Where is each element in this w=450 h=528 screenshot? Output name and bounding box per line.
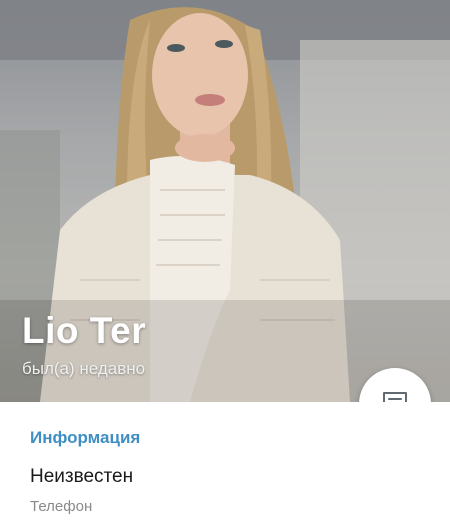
info-section: Информация Неизвестен Телефон: [0, 402, 450, 528]
phone-value[interactable]: Неизвестен: [30, 466, 133, 488]
profile-name: Lio Ter: [22, 310, 147, 351]
info-section-title: Информация: [30, 428, 141, 447]
profile-photo[interactable]: Lio Ter был(а) недавно: [0, 0, 450, 402]
last-seen-status: был(а) недавно: [22, 359, 146, 378]
phone-label: Телефон: [30, 498, 93, 515]
